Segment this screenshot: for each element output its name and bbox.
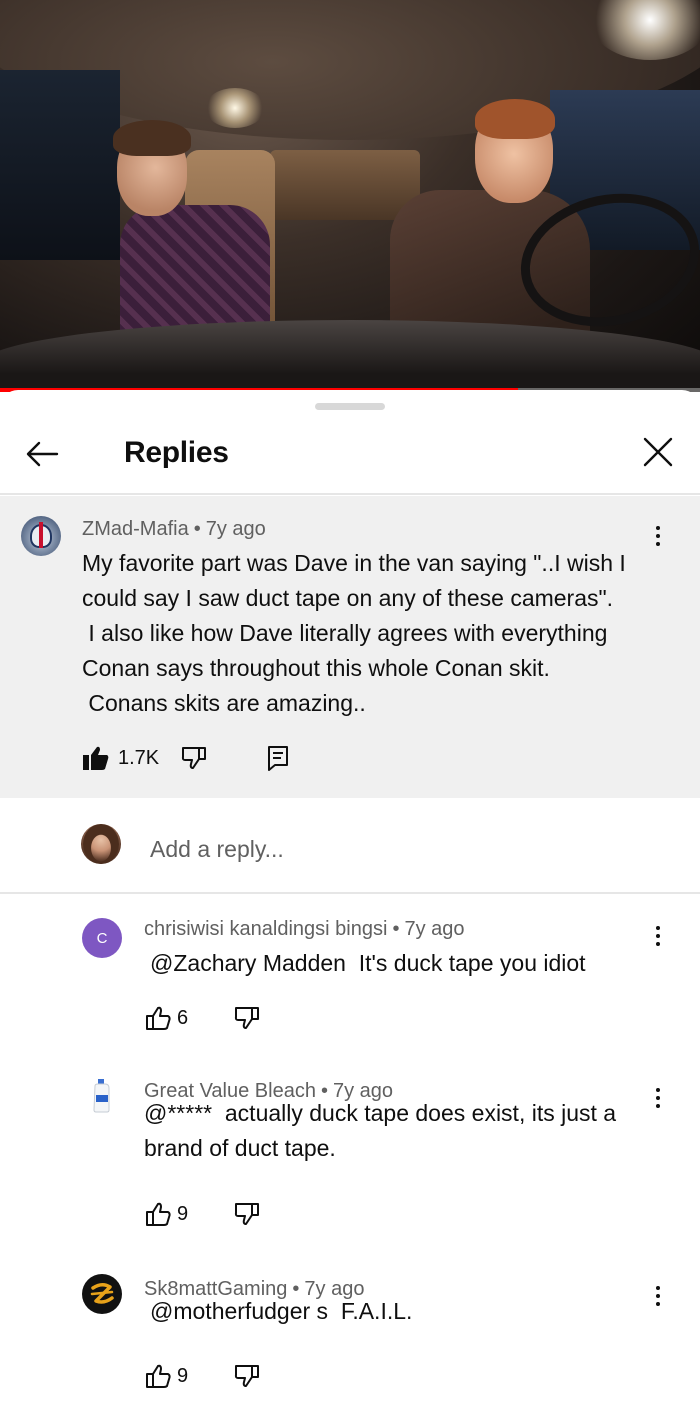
reply-input[interactable]: Add a reply... [150,836,284,863]
like-count: 6 [177,1006,189,1029]
comment-age: 7y ago [404,918,465,940]
like-button[interactable]: 9 [145,1364,188,1388]
header-divider [0,493,700,495]
comment-actions: 1.7K [82,738,289,778]
thumb-down-icon [235,1365,260,1387]
reply-comment: C chrisiwisi kanaldingsi bingsi • 7y ago @… [0,910,700,1060]
comment-actions: 9 [145,1194,260,1234]
reply-divider [0,892,700,894]
add-reply-row: Add a reply... [0,798,700,892]
close-button[interactable] [634,428,682,476]
like-button[interactable]: 6 [145,1006,188,1030]
reply-comment: Sk8mattGaming • 7y ago @motherfudger s F.A… [0,1270,700,1414]
comment-text: @***** actually duck tape does exist, it… [144,1100,617,1161]
comment-icon [268,746,289,771]
like-button[interactable]: 9 [145,1202,188,1226]
comment-meta: chrisiwisi kanaldingsi bingsi • 7y ago [144,918,465,940]
thumb-up-filled-icon [83,746,109,770]
comment-text: My favorite part was Dave in the van say… [82,550,626,716]
thumb-down-icon [235,1203,260,1225]
avatar[interactable] [82,1076,122,1116]
arrow-left-icon [26,441,59,467]
comment-age: 7y ago [205,518,266,540]
dashboard [0,320,700,392]
like-button[interactable]: 1.7K [82,745,159,771]
comment-text: @motherfudger s F.A.I.L. [150,1298,413,1324]
thumb-up-icon [146,1202,171,1226]
dislike-button[interactable] [234,1202,260,1226]
sheet-title: Replies [124,436,229,469]
reply-comment: Great Value Bleach • 7y ago @***** actuall… [0,1072,700,1262]
thumb-down-icon [235,1007,260,1029]
dislike-button[interactable] [234,1364,260,1388]
my-avatar [81,824,121,864]
close-icon [643,437,673,467]
comment-actions: 6 [145,998,260,1038]
avatar[interactable] [21,516,61,556]
thumb-up-icon [146,1364,171,1388]
thumb-down-icon [182,747,207,769]
dislike-button[interactable] [181,746,207,770]
drag-handle[interactable] [315,403,385,410]
replies-sheet: Replies ZMad-Mafia • 7y ago My favorite pa… [0,390,700,1414]
bleach-bottle-icon [93,1079,110,1113]
comment-meta: ZMad-Mafia • 7y ago [82,518,266,540]
avatar[interactable] [82,1274,122,1314]
like-count: 9 [177,1364,189,1387]
dislike-button[interactable] [234,1006,260,1030]
sk8-logo-icon [90,1283,114,1304]
avatar[interactable]: C [82,918,122,958]
like-count: 1.7K [118,746,160,769]
comment-text: @Zachary Madden It's duck tape you idiot [150,950,586,976]
comment-author[interactable]: ZMad-Mafia [82,518,189,540]
like-count: 9 [177,1202,189,1225]
reply-comments-button[interactable] [267,745,289,771]
parent-comment: ZMad-Mafia • 7y ago My favorite part was D… [0,496,700,798]
video-player[interactable] [0,0,700,392]
sheet-header: Replies [0,418,700,494]
van-window-left [0,70,120,260]
thumb-up-icon [146,1006,171,1030]
comment-author[interactable]: chrisiwisi kanaldingsi bingsi [144,918,387,940]
comment-actions: 9 [145,1356,260,1396]
back-button[interactable] [18,430,66,478]
